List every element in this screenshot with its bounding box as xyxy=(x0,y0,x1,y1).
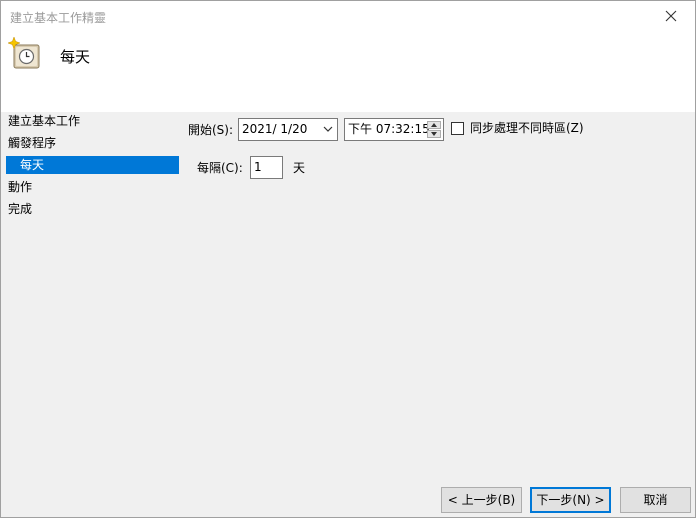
start-label: 開始(S): xyxy=(188,123,234,137)
sync-timezone-checkbox[interactable] xyxy=(451,122,464,135)
nav-item-daily[interactable]: 每天 xyxy=(6,156,179,174)
nav-item-trigger[interactable]: 觸發程序 xyxy=(8,134,56,152)
interval-value: 1 xyxy=(254,160,262,174)
start-time-input[interactable]: 下午 07:32:15 xyxy=(344,118,444,141)
page-title: 每天 xyxy=(60,48,91,66)
window-title: 建立基本工作精靈 xyxy=(10,11,107,25)
interval-input[interactable]: 1 xyxy=(250,156,283,179)
spin-down-button[interactable] xyxy=(427,130,441,138)
interval-label: 每隔(C): xyxy=(197,161,243,175)
spin-down-icon xyxy=(431,132,437,136)
nav-item-action[interactable]: 動作 xyxy=(8,178,32,196)
time-spinner xyxy=(427,121,441,138)
cancel-button[interactable]: 取消 xyxy=(620,487,691,513)
close-button[interactable] xyxy=(649,1,693,31)
start-date-value: 2021/ 1/20 xyxy=(242,122,308,136)
close-icon xyxy=(665,10,677,22)
start-date-picker[interactable]: 2021/ 1/20 xyxy=(238,118,338,141)
start-time-value: 下午 07:32:15 xyxy=(348,122,430,136)
sync-timezone-label: 同步處理不同時區(Z) xyxy=(470,121,584,135)
title-bar: 建立基本工作精靈 xyxy=(1,1,695,31)
nav-item-create-basic-task[interactable]: 建立基本工作 xyxy=(8,112,80,130)
wizard-header: 每天 xyxy=(1,31,695,112)
spin-up-button[interactable] xyxy=(427,121,441,129)
interval-unit: 天 xyxy=(293,161,306,175)
nav-item-finish[interactable]: 完成 xyxy=(8,200,32,218)
next-button[interactable]: 下一步(N) > xyxy=(530,487,611,513)
chevron-down-icon xyxy=(323,126,333,132)
back-button[interactable]: < 上一步(B) xyxy=(441,487,522,513)
spin-up-icon xyxy=(431,123,437,127)
wizard-window: 建立基本工作精靈 每天 建立基本工作 觸發程序 每天 動作 完成 開始(S): … xyxy=(0,0,696,518)
scheduled-task-clock-icon xyxy=(8,36,40,69)
